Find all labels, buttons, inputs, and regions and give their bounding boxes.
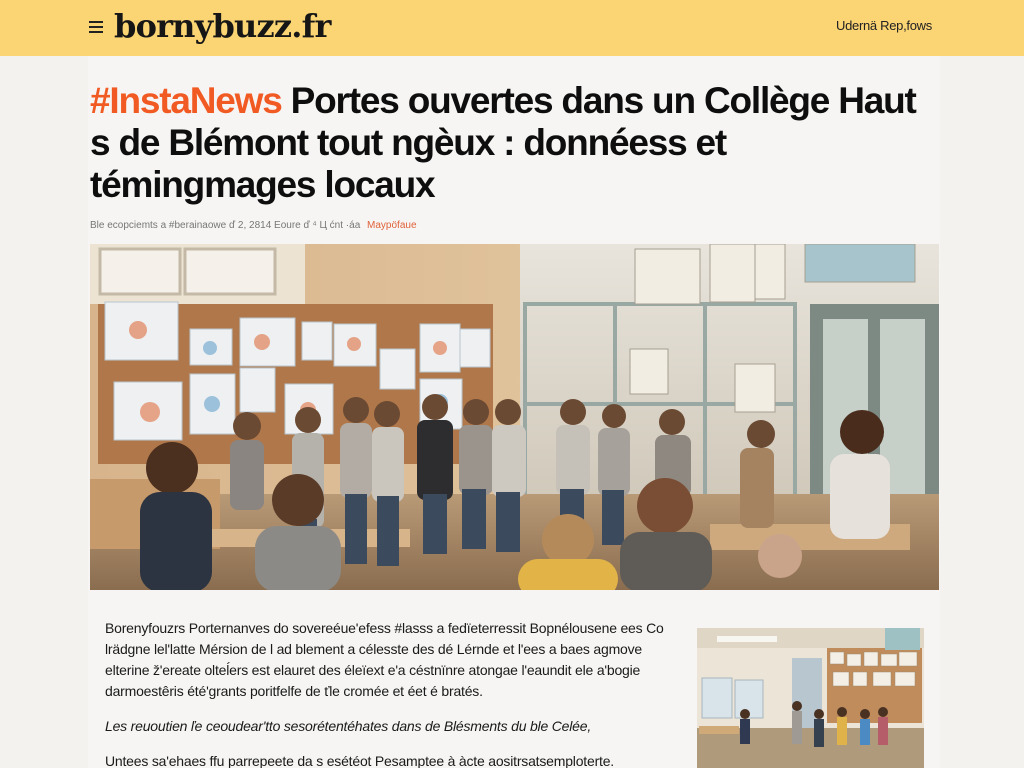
header-link[interactable]: Udernä Rep,fows xyxy=(836,18,932,34)
site-logo[interactable]: bornybuzz.fr xyxy=(114,6,331,46)
article-body: Borenyfouzrs Porternanves do sovereéue'e… xyxy=(105,618,675,768)
classroom-side-illustration xyxy=(697,628,924,768)
article-paragraph-1: Borenyfouzrs Porternanves do sovereéue'e… xyxy=(105,620,664,699)
article-category-tag[interactable]: Maypöfaue xyxy=(367,220,416,231)
site-header: bornybuzz.fr Udernä Rep,fows xyxy=(0,0,1024,56)
side-image xyxy=(697,628,924,768)
article-headline: #InstaNews Portes ouvertes dans un Collè… xyxy=(90,80,930,206)
article-paragraph-2: Les reuoutien ľe ceoudear'tto sesorétent… xyxy=(105,718,592,734)
article-byline: Ble ecopciemts a #berainaowe ď 2, 2814 E… xyxy=(90,220,361,231)
hamburger-menu-icon[interactable] xyxy=(89,17,105,37)
headline-hashtag[interactable]: #InstaNews xyxy=(90,80,283,121)
hero-image xyxy=(90,244,939,590)
classroom-photo-illustration xyxy=(90,244,939,590)
article-paragraph-3: Untees sa'ehaes ffu parrepeete da s esét… xyxy=(105,753,614,768)
article-meta: Ble ecopciemts a #berainaowe ď 2, 2814 E… xyxy=(90,220,417,232)
